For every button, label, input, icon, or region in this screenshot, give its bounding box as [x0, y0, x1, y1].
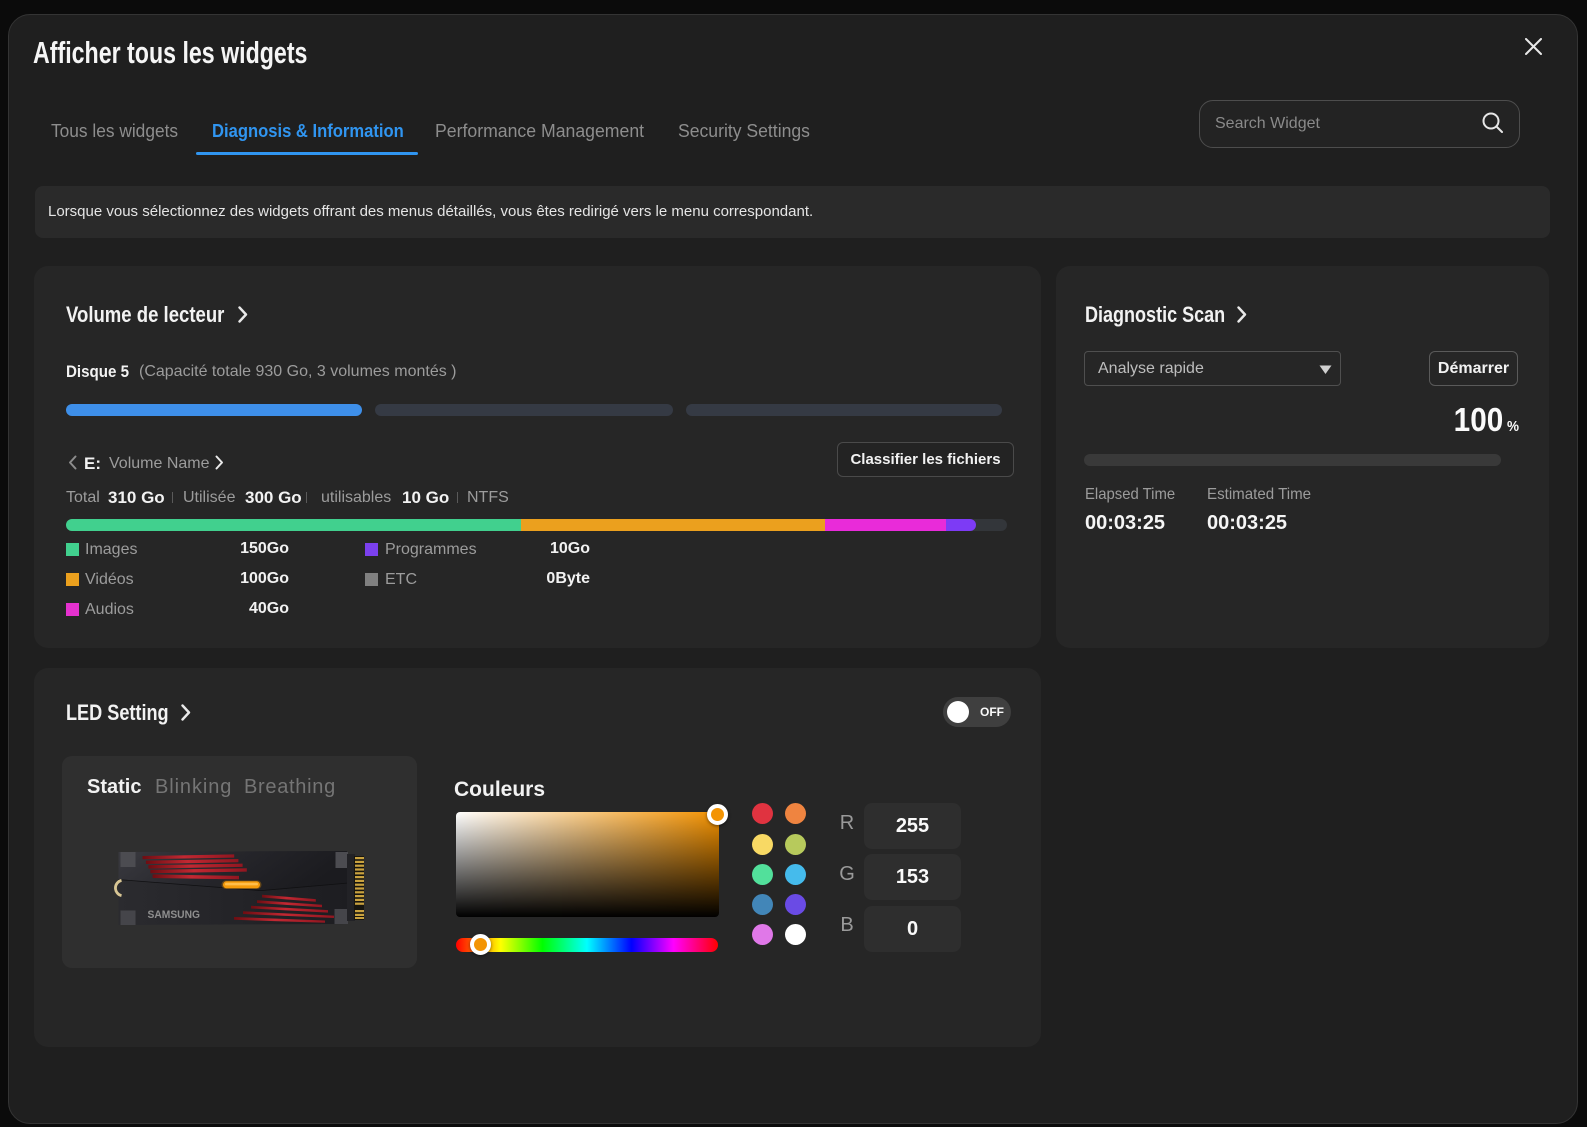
- svg-text:SAMSUNG: SAMSUNG: [148, 909, 201, 921]
